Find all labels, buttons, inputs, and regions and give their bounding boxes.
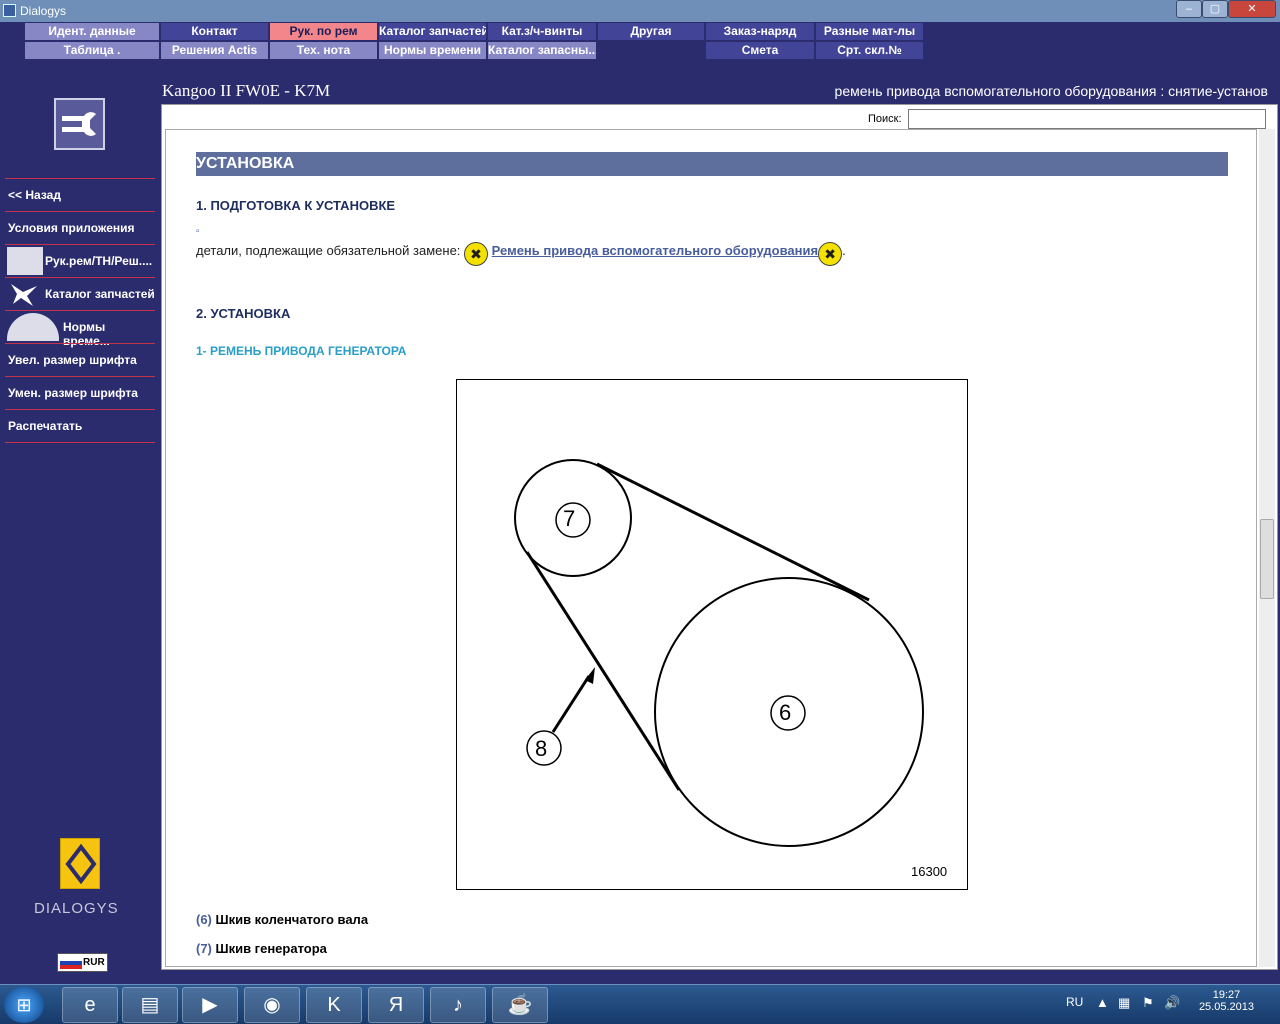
- network-icon[interactable]: ▦: [1118, 995, 1130, 1011]
- heading-preparation: 1. ПОДГОТОВКА К УСТАНОВКЕ: [196, 198, 396, 213]
- search-input[interactable]: [908, 109, 1266, 129]
- menu-tech-note[interactable]: Тех. нота: [270, 42, 377, 59]
- heading-generator-belt: 1- РЕМЕНЬ ПРИВОДА ГЕНЕРАТОРА: [196, 344, 407, 358]
- belt-diagram: 7 6 8 16300: [456, 379, 968, 890]
- operation-title: ремень привода вспомогательного оборудов…: [834, 83, 1268, 99]
- start-button[interactable]: ⊞: [4, 987, 44, 1023]
- wrench-logo-icon: [54, 98, 105, 150]
- caption-crankshaft: (6) Шкив коленчатого вала: [196, 912, 369, 927]
- menu-actis[interactable]: Решения Actis: [161, 42, 268, 59]
- belt-arrow: [551, 675, 591, 733]
- menu-work-order[interactable]: Заказ-наряд: [706, 23, 814, 40]
- tool-icon: ✖: [464, 242, 489, 266]
- russia-flag-icon: [60, 957, 82, 969]
- heading-installation: 2. УСТАНОВКА: [196, 306, 291, 321]
- java-icon[interactable]: ☕: [492, 987, 548, 1023]
- window-titlebar: Dialogys – ▢ ✕: [0, 0, 1280, 22]
- menu-parts-catalog[interactable]: Каталог запчастей: [379, 23, 486, 40]
- belt-link[interactable]: Ремень привода вспомогательного оборудов…: [492, 243, 818, 258]
- minimize-button[interactable]: –: [1176, 0, 1202, 18]
- flag-tray-icon[interactable]: ⚑: [1142, 995, 1154, 1011]
- maximize-button[interactable]: ▢: [1202, 0, 1228, 18]
- menu-misc-materials[interactable]: Разные мат-лы: [816, 23, 923, 40]
- tool-icon: ✖: [818, 242, 843, 266]
- menu-estimate[interactable]: Смета: [706, 42, 814, 59]
- explorer-icon[interactable]: ▤: [122, 987, 178, 1023]
- app-icon: [3, 4, 16, 17]
- vehicle-title: Kangoo II FW0E - K7M: [162, 81, 331, 100]
- sidebar-labor-times[interactable]: Нормы време...: [5, 310, 155, 348]
- menu-table[interactable]: Таблица .: [25, 42, 159, 59]
- menu-ident-data[interactable]: Идент. данные: [25, 23, 159, 40]
- clock[interactable]: 19:27 25.05.2013: [1199, 989, 1254, 1013]
- sidebar-divider: [5, 442, 155, 443]
- bullet-icon: ▫: [196, 226, 200, 237]
- search-label: Поиск:: [868, 113, 902, 125]
- dialogys-logo: DIALOGYS: [34, 900, 119, 917]
- sidebar-back[interactable]: << Назад: [5, 178, 155, 210]
- speaker-app-icon[interactable]: ♪: [430, 987, 486, 1023]
- close-button[interactable]: ✕: [1228, 0, 1276, 18]
- sidebar-repair-manual[interactable]: Рук.рем/ТН/Реш....: [5, 244, 155, 276]
- menu-contact[interactable]: Контакт: [161, 23, 268, 40]
- language-indicator[interactable]: RU: [1066, 995, 1083, 1009]
- label-7: 7: [563, 506, 576, 531]
- sidebar-print[interactable]: Распечатать: [5, 409, 155, 441]
- volume-icon[interactable]: 🔊: [1164, 995, 1180, 1011]
- sidebar-parts-catalog[interactable]: Каталог запчастей: [5, 277, 155, 309]
- belt-upper: [596, 462, 870, 602]
- document-panel: Поиск: УСТАНОВКА 1. ПОДГОТОВКА К УСТАНОВ…: [161, 104, 1278, 970]
- tray-expand-icon[interactable]: ▲: [1096, 995, 1109, 1010]
- menu-parts-screws[interactable]: Кат.з/ч-винты: [488, 23, 596, 40]
- sidebar-font-increase[interactable]: Увел. размер шрифта: [5, 343, 155, 375]
- menu-repair-manual[interactable]: Рук. по рем: [270, 23, 377, 40]
- media-player-icon[interactable]: ▶: [182, 987, 238, 1023]
- label-8: 8: [535, 736, 548, 761]
- currency-flag[interactable]: RUR: [57, 953, 108, 972]
- gauge-icon: [7, 313, 59, 341]
- menu-other[interactable]: Другая: [598, 23, 704, 40]
- window-title: Dialogys: [20, 4, 67, 18]
- wrench-icon: [7, 247, 43, 275]
- chrome-icon[interactable]: ◉: [244, 987, 300, 1023]
- scrollbar-thumb[interactable]: [1260, 519, 1274, 599]
- sidebar-app-conditions[interactable]: Условия приложения: [5, 211, 155, 243]
- renault-logo: [60, 838, 100, 889]
- document-content: УСТАНОВКА 1. ПОДГОТОВКА К УСТАНОВКЕ ▫ де…: [165, 129, 1257, 967]
- caption-generator: (7) Шкив генератора: [196, 941, 327, 956]
- taskbar: ⊞ e ▤ ▶ ◉ K Я ♪ ☕ RU ▲ ▦ ⚑ 🔊 19:27 25.05…: [0, 984, 1280, 1024]
- menu-stock[interactable]: Срт. скл.№: [816, 42, 923, 59]
- figure-number: 16300: [911, 864, 948, 879]
- sidebar-font-decrease[interactable]: Умен. размер шрифта: [5, 376, 155, 408]
- ie-icon[interactable]: e: [62, 987, 118, 1023]
- yandex-icon[interactable]: Я: [368, 987, 424, 1023]
- parts-icon: [7, 280, 43, 308]
- menu-spare-catalog[interactable]: Каталог запасны...: [488, 42, 596, 59]
- label-6: 6: [779, 700, 792, 725]
- menu-labor-times[interactable]: Нормы времени: [379, 42, 486, 59]
- section-title: УСТАНОВКА: [196, 152, 1228, 176]
- kaspersky-icon[interactable]: K: [306, 987, 362, 1023]
- replace-parts-line: детали, подлежащие обязательной замене: …: [196, 242, 846, 266]
